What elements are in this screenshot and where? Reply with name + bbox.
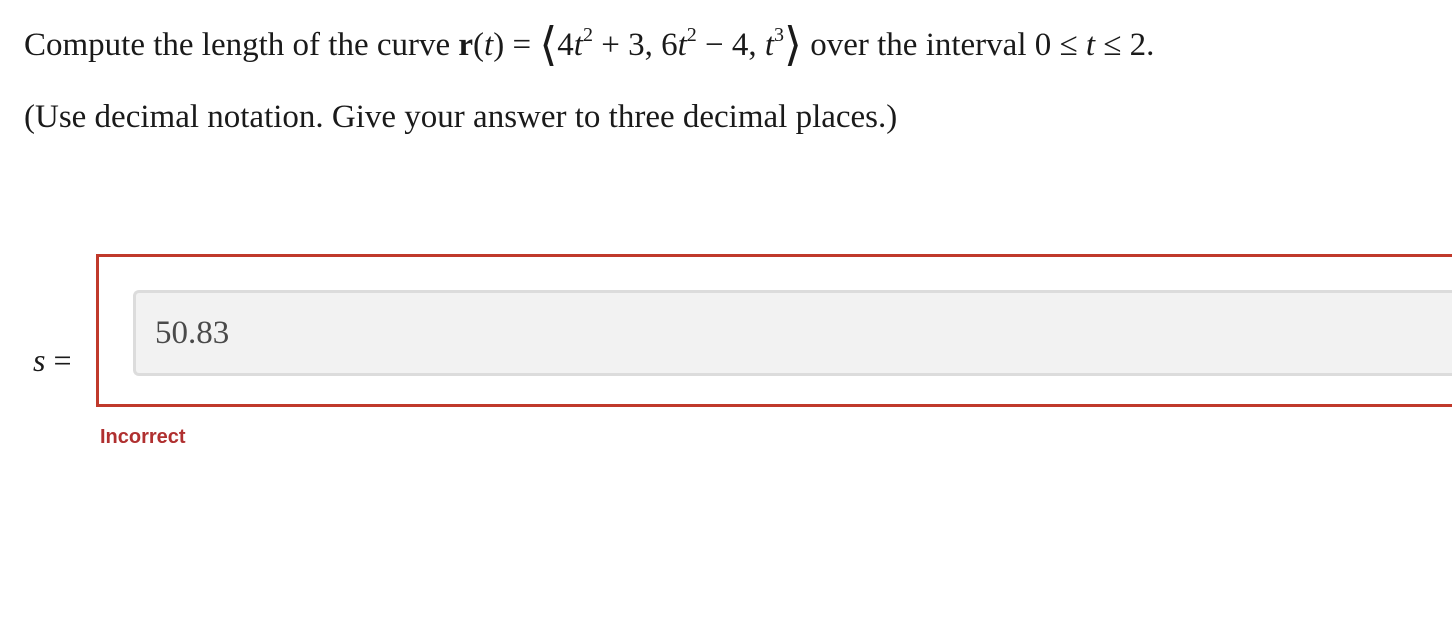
term-sep-2: − 4, <box>696 27 765 63</box>
answer-variable: s <box>33 342 46 378</box>
feedback-status: Incorrect <box>100 426 186 448</box>
var-1: t <box>573 27 583 63</box>
exp-3: 3 <box>774 24 785 46</box>
left-angle-bracket: ⟨ <box>539 19 558 70</box>
function-name: r <box>458 27 474 63</box>
answer-label: s = <box>33 340 72 380</box>
answer-input[interactable] <box>133 290 1452 376</box>
exp-2: 2 <box>686 24 697 46</box>
paren-open: ( <box>473 27 485 63</box>
problem-page: Compute the length of the curve r(t) = ⟨… <box>0 0 1452 644</box>
question-text: Compute the length of the curve r(t) = ⟨… <box>24 20 1154 70</box>
answer-equals: = <box>45 342 72 378</box>
coef-1: 4 <box>557 27 574 63</box>
interval-end: ≤ 2. <box>1095 27 1155 63</box>
var-3: t <box>764 27 775 63</box>
right-angle-bracket: ⟩ <box>784 19 802 70</box>
function-variable: t <box>484 27 494 63</box>
term-sep-1: + 3, 6 <box>592 27 678 63</box>
paren-close-equals: ) = <box>493 27 540 63</box>
question-prefix: Compute the length of the curve <box>24 27 459 63</box>
var-2: t <box>677 27 687 63</box>
exp-1: 2 <box>582 24 593 46</box>
instruction-text: (Use decimal notation. Give your answer … <box>24 99 898 135</box>
interval-text: over the interval 0 ≤ <box>802 27 1086 63</box>
interval-variable: t <box>1085 27 1096 63</box>
